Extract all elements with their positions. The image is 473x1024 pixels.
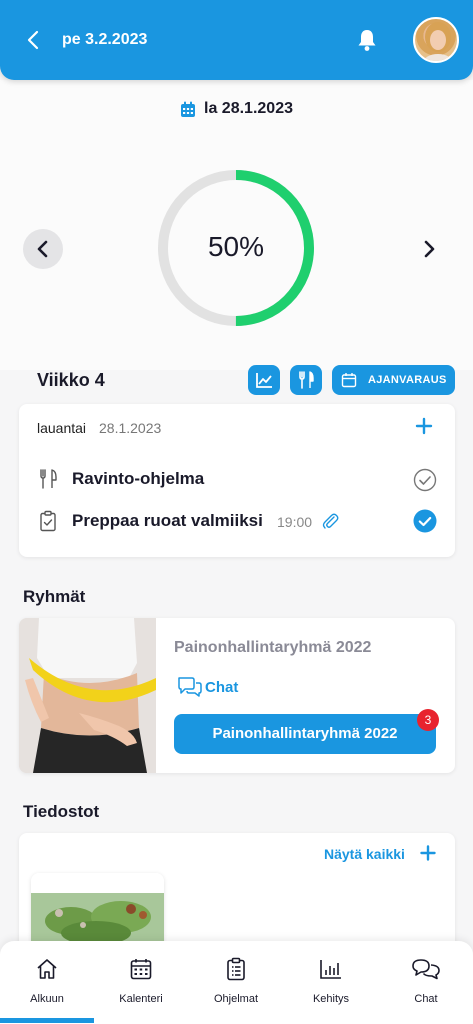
nav-item-progress[interactable]: Kehitys	[284, 941, 378, 1021]
task-incomplete-check-icon[interactable]	[413, 468, 437, 492]
bottom-navigation: Alkuun Kalenteri Ohjelmat Kehitys Chat	[0, 941, 473, 1024]
nutrition-button[interactable]	[290, 365, 322, 395]
show-all-link[interactable]: Näytä kaikki	[324, 846, 405, 862]
previous-day-button[interactable]	[23, 229, 63, 269]
next-day-button[interactable]	[412, 229, 448, 269]
task-title[interactable]: Preppaa ruoat valmiiksi	[72, 511, 263, 531]
nav-item-label: Alkuun	[30, 993, 64, 1005]
chevron-left-icon	[37, 240, 48, 258]
add-file-icon[interactable]	[420, 845, 436, 861]
bell-icon[interactable]	[355, 27, 379, 53]
group-chat-link[interactable]: Chat	[177, 676, 238, 700]
week-label: Viikko 4	[37, 370, 105, 390]
utensils-icon	[299, 371, 314, 389]
calendar-icon	[181, 101, 196, 117]
task-title[interactable]: Ravinto-ohjelma	[72, 469, 204, 489]
nav-item-label: Kehitys	[312, 993, 350, 1005]
clipboard-check-icon	[40, 510, 56, 532]
group-card: Painonhallintaryhmä 2022 Chat Painonhall…	[19, 618, 455, 773]
utensils-icon	[40, 469, 57, 489]
day-name: lauantai	[37, 420, 87, 436]
task-complete-check-icon[interactable]	[413, 509, 437, 533]
line-chart-icon	[256, 373, 272, 388]
avatar-image	[423, 22, 453, 61]
header-title: pe 3.2.2023	[62, 31, 148, 48]
add-task-icon[interactable]	[415, 417, 433, 435]
group-name: Painonhallintaryhmä 2022	[174, 639, 372, 656]
app-header: pe 3.2.2023	[0, 0, 473, 80]
paperclip-icon[interactable]	[320, 511, 340, 531]
chat-bubbles-icon	[412, 959, 440, 980]
active-tab-indicator	[0, 1018, 94, 1023]
calendar-icon	[130, 959, 152, 980]
waist-measuring-image	[19, 618, 156, 773]
nav-item-label: Kalenteri	[119, 993, 163, 1005]
groups-title: Ryhmät	[23, 587, 86, 606]
clipboard-list-icon	[227, 957, 245, 981]
nav-item-label: Chat	[414, 993, 438, 1005]
group-image	[19, 618, 156, 773]
nav-item-label: Ohjelmat	[213, 993, 259, 1005]
booking-button-label: AJANVARAUS	[368, 374, 447, 386]
nav-item-home[interactable]: Alkuun	[0, 941, 94, 1021]
booking-button[interactable]: AJANVARAUS	[332, 365, 455, 395]
chat-bubbles-icon	[178, 677, 202, 697]
avatar[interactable]	[413, 17, 459, 63]
day-card: lauantai 28.1.2023 Ravinto-ohjelma Prepp…	[19, 404, 455, 557]
day-date: 28.1.2023	[99, 420, 162, 436]
calendar-outline-icon	[341, 373, 357, 388]
nav-item-programs[interactable]: Ohjelmat	[189, 941, 283, 1021]
selected-date[interactable]: la 28.1.2023	[0, 100, 473, 124]
home-icon	[37, 959, 57, 979]
open-group-button[interactable]: Painonhallintaryhmä 2022	[174, 714, 436, 754]
nav-item-calendar[interactable]: Kalenteri	[94, 941, 188, 1021]
task-time: 19:00	[277, 514, 313, 530]
nav-item-chat[interactable]: Chat	[379, 941, 473, 1021]
progress-percentage: 50%	[207, 231, 265, 262]
files-title: Tiedostot	[23, 802, 100, 821]
selected-date-text: la 28.1.2023	[204, 100, 293, 117]
progress-chart-button[interactable]	[248, 365, 280, 395]
bar-chart-icon	[320, 960, 341, 979]
chevron-right-icon	[424, 240, 435, 258]
group-chat-label: Chat	[205, 679, 239, 696]
unread-badge: 3	[417, 709, 439, 731]
chevron-left-icon[interactable]	[22, 28, 46, 52]
